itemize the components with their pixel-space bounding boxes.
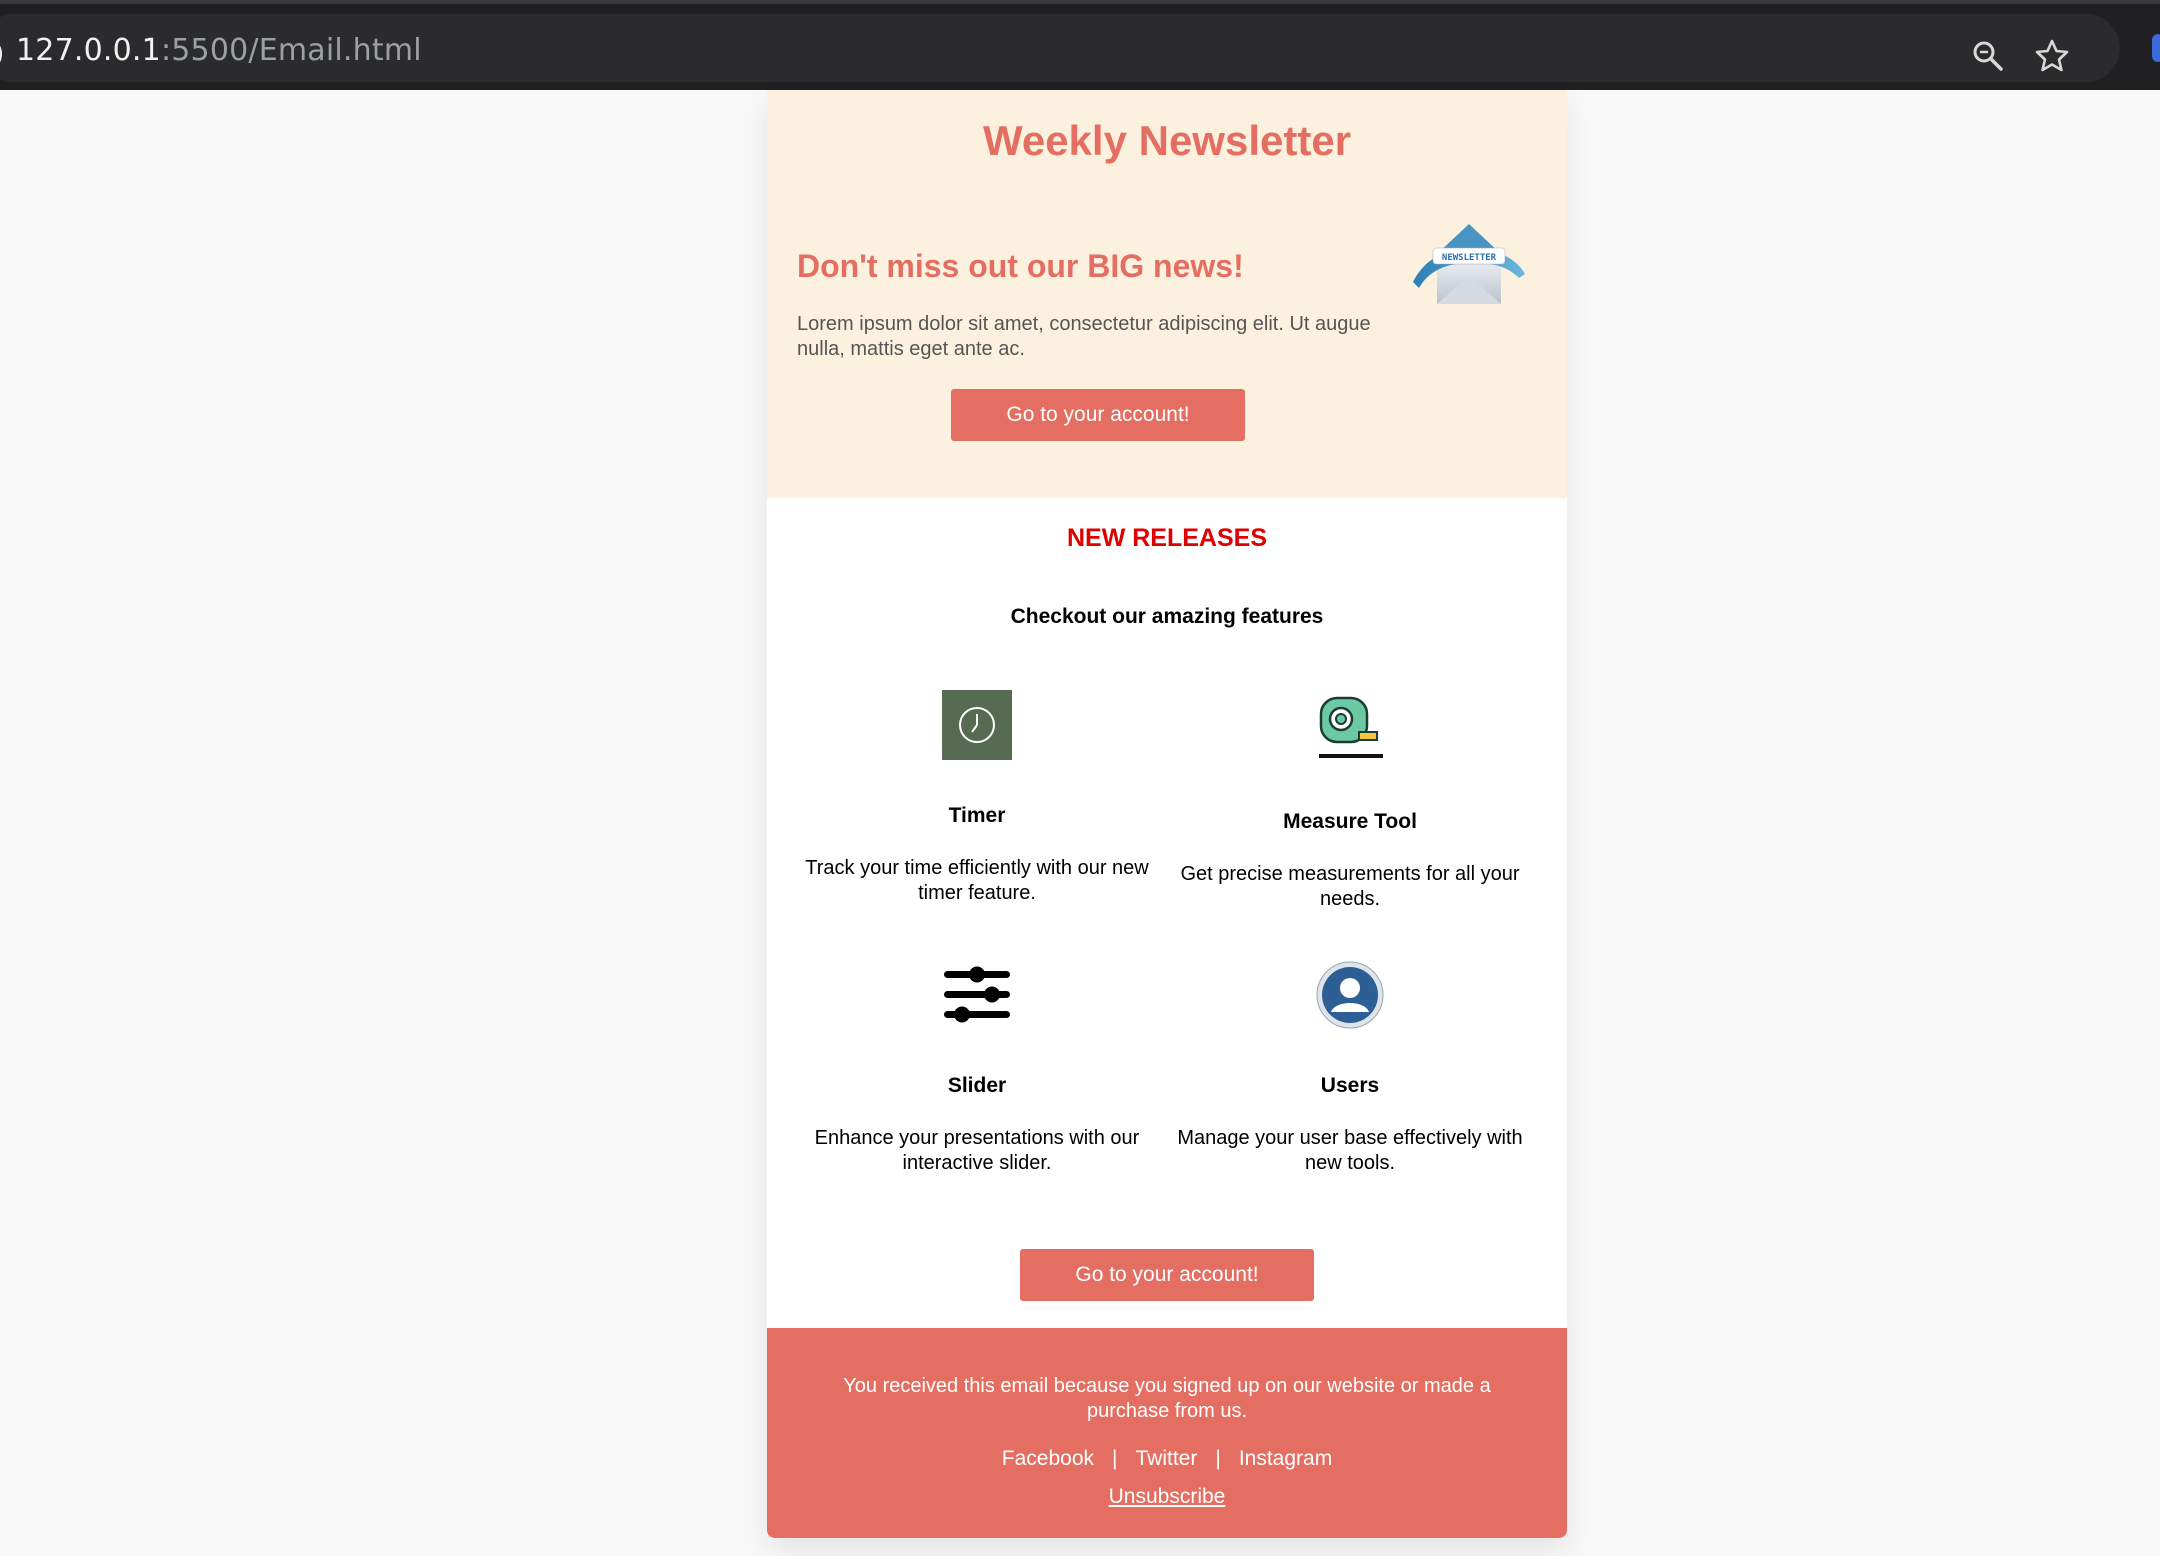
feature-name: Slider [947, 1074, 1007, 1097]
releases-title: NEW RELEASES [1066, 524, 1268, 552]
hero-section: Weekly Newsletter Don't miss out our BIG… [767, 90, 1567, 498]
releases-subtitle: Checkout our amazing features [1010, 605, 1324, 628]
unsubscribe-link[interactable]: Unsubscribe [1109, 1485, 1226, 1508]
social-links: Facebook | Twitter | Instagram [767, 1445, 1567, 1473]
sliders-icon [944, 966, 1010, 1023]
unsubscribe-row: Unsubscribe [767, 1483, 1567, 1511]
star-icon[interactable] [2034, 38, 2070, 74]
hero-account-button[interactable]: Go to your account! [951, 389, 1245, 441]
feature-timer: Timer Track your time efficiently with o… [792, 690, 1162, 930]
feature-description: Track your time efficiently with our new… [805, 857, 1149, 904]
feature-name: Users [1320, 1074, 1380, 1097]
feature-description: Get precise measurements for all your ne… [1180, 863, 1520, 910]
hero-body: Lorem ipsum dolor sit amet, consectetur … [797, 313, 1371, 360]
feature-name: Measure Tool [1283, 810, 1417, 833]
email-container: Weekly Newsletter Don't miss out our BIG… [767, 90, 1567, 1538]
feature-description: Enhance your presentations with our inte… [814, 1127, 1140, 1174]
feature-users: Users Manage your user base effectively … [1165, 960, 1535, 1200]
newsletter-envelope-icon: NEWSLETTER [1413, 224, 1525, 304]
clock-icon [942, 690, 1012, 760]
email-footer: You received this email because you sign… [767, 1328, 1567, 1538]
footer-note: You received this email because you sign… [843, 1375, 1491, 1422]
tape-measure-icon [1319, 696, 1383, 758]
feature-name: Timer [948, 804, 1006, 827]
link-separator: | [1112, 1447, 1118, 1470]
link-separator: | [1215, 1447, 1221, 1470]
twitter-link[interactable]: Twitter [1136, 1447, 1198, 1470]
site-info-icon[interactable] [0, 36, 2, 72]
facebook-link[interactable]: Facebook [1002, 1447, 1094, 1470]
newsletter-title: Weekly Newsletter [982, 117, 1352, 164]
url-text[interactable]: 127.0.0.1:5500/Email.html [16, 36, 422, 66]
releases-account-button[interactable]: Go to your account! [1020, 1249, 1314, 1301]
hero-headline: Don't miss out our BIG news! [797, 248, 1244, 284]
user-icon [1316, 961, 1384, 1029]
feature-slider: Slider Enhance your presentations with o… [792, 960, 1162, 1200]
feature-measure-tool: Measure Tool Get precise measurements fo… [1165, 690, 1535, 930]
browser-toolbar: 127.0.0.1:5500/Email.html [0, 0, 2160, 90]
profile-avatar[interactable] [2152, 34, 2160, 62]
svg-text:NEWSLETTER: NEWSLETTER [1442, 253, 1497, 263]
address-bar[interactable]: 127.0.0.1:5500/Email.html [0, 14, 2120, 82]
instagram-link[interactable]: Instagram [1239, 1447, 1332, 1470]
feature-description: Manage your user base effectively with n… [1177, 1127, 1523, 1174]
magnifier-icon[interactable] [1970, 38, 2006, 74]
